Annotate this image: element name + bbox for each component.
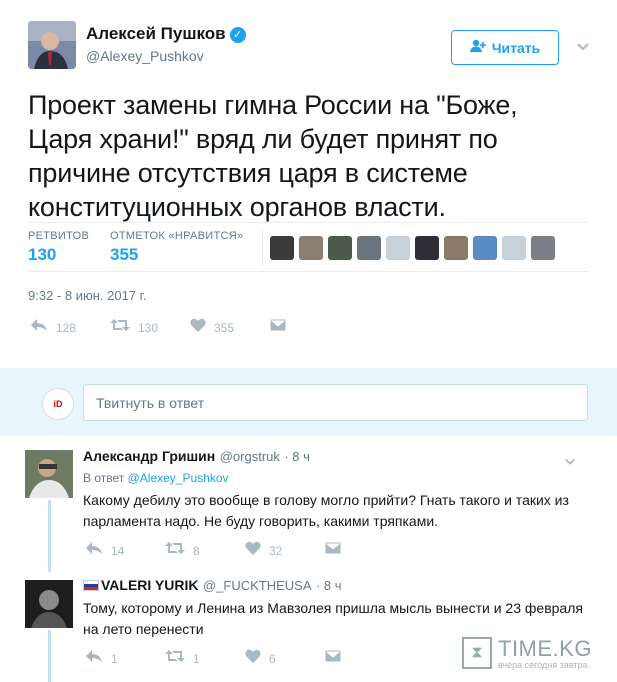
reply-author-name[interactable]: VALERI YURIK: [101, 577, 199, 593]
message-button[interactable]: [269, 318, 350, 337]
reply-avatar[interactable]: [25, 450, 73, 498]
add-user-icon: [469, 39, 486, 56]
watermark-title: TIME.KG: [498, 636, 592, 661]
chevron-down-icon[interactable]: [563, 454, 577, 473]
author-handle[interactable]: @Alexey_Pushkov: [86, 48, 204, 64]
reply-header: Александр Гришин @orgstruk · 8 ч: [83, 448, 593, 466]
in-reply-handle[interactable]: @Alexey_Pushkov: [128, 471, 229, 485]
liker-avatar[interactable]: [531, 236, 555, 260]
liker-avatar[interactable]: [299, 236, 323, 260]
heart-icon: [245, 649, 261, 668]
message-button[interactable]: [324, 541, 405, 560]
thread-line: [48, 630, 51, 682]
like-count: 6: [269, 651, 276, 666]
envelope-icon: [269, 318, 287, 337]
retweet-count: 130: [138, 320, 159, 335]
retweets-stat[interactable]: РЕТВИТОВ 130: [28, 230, 89, 265]
in-reply-prefix: В ответ: [83, 471, 125, 485]
reply-button[interactable]: 128: [30, 318, 110, 337]
reply-icon: [85, 541, 103, 560]
like-count: 355: [214, 320, 235, 335]
reply-count: 1: [111, 651, 118, 666]
retweet-button[interactable]: 130: [110, 318, 190, 337]
liker-avatar[interactable]: [502, 236, 526, 260]
retweet-icon: [165, 649, 185, 668]
likes-count: 355: [110, 245, 139, 264]
watermark: ⧗ TIME.KG вчера сегодня завтра: [462, 636, 592, 670]
tweet-actions: 128 130 355: [30, 318, 350, 337]
reply-icon: [85, 649, 103, 668]
reply-actions: 1 1 6: [85, 649, 405, 668]
heart-icon: [190, 318, 206, 337]
reply-count: 14: [111, 543, 125, 558]
avatar-logo-text: iD: [53, 399, 63, 409]
likes-stat[interactable]: ОТМЕТОК «НРАВИТСЯ» 355: [110, 230, 243, 265]
liker-avatar[interactable]: [444, 236, 468, 260]
verified-icon: ✓: [229, 27, 246, 43]
like-button[interactable]: 6: [245, 649, 325, 668]
liked-by-avatars: [270, 236, 555, 260]
retweet-count: 1: [193, 651, 200, 666]
author-name[interactable]: Алексей Пушков ✓: [86, 24, 246, 44]
hourglass-icon: ⧗: [462, 637, 492, 669]
envelope-icon: [324, 541, 342, 560]
reply-avatar[interactable]: [25, 580, 73, 628]
reply-input[interactable]: Твитнуть в ответ: [83, 384, 588, 421]
tweet-date[interactable]: 9:32 - 8 июн. 2017 г.: [28, 288, 146, 303]
stats-divider: [262, 230, 263, 266]
in-reply-to: В ответ @Alexey_Pushkov: [83, 471, 229, 485]
liker-avatar[interactable]: [328, 236, 352, 260]
chevron-down-icon[interactable]: [575, 38, 591, 54]
liker-avatar[interactable]: [270, 236, 294, 260]
russia-flag-icon: [83, 580, 99, 591]
follow-button[interactable]: Читать: [451, 30, 559, 65]
like-button[interactable]: 355: [190, 318, 270, 337]
reply-button[interactable]: 1: [85, 649, 165, 668]
liker-avatar[interactable]: [357, 236, 381, 260]
current-user-avatar: iD: [42, 388, 74, 420]
retweet-button[interactable]: 8: [165, 541, 245, 560]
reply-time[interactable]: · 8 ч: [316, 578, 342, 593]
reply-button[interactable]: 14: [85, 541, 165, 560]
reply-text: Какому дебилу это вообще в голову могло …: [83, 492, 569, 529]
thread-line: [48, 500, 51, 572]
divider: [0, 434, 617, 435]
like-count: 32: [269, 543, 283, 558]
retweets-label: РЕТВИТОВ: [28, 230, 90, 242]
author-avatar[interactable]: [28, 21, 76, 69]
reply-author-handle[interactable]: @orgstruk: [220, 449, 280, 464]
watermark-subtitle: вчера сегодня завтра: [498, 660, 588, 670]
reply-header: VALERI YURIK @_FUCKTHEUSA · 8 ч: [83, 577, 593, 595]
retweet-count: 8: [193, 543, 200, 558]
heart-icon: [245, 541, 261, 560]
reply-text: Тому, которому и Ленина из Мавзолея приш…: [83, 600, 583, 637]
reply-actions: 14 8 32: [85, 541, 405, 560]
reply-time[interactable]: · 8 ч: [284, 449, 310, 464]
reply-icon: [30, 318, 48, 337]
follow-label: Читать: [491, 39, 541, 56]
author-name-text[interactable]: Алексей Пушков: [86, 24, 226, 43]
reply-count: 128: [56, 320, 77, 335]
envelope-icon: [324, 649, 342, 668]
liker-avatar[interactable]: [473, 236, 497, 260]
retweets-count: 130: [28, 245, 57, 264]
retweet-icon: [110, 318, 130, 337]
reply-author-name[interactable]: Александр Гришин: [83, 448, 215, 464]
message-button[interactable]: [324, 649, 405, 668]
liker-avatar[interactable]: [415, 236, 439, 260]
likes-label: ОТМЕТОК «НРАВИТСЯ»: [110, 230, 244, 242]
retweet-button[interactable]: 1: [165, 649, 245, 668]
like-button[interactable]: 32: [245, 541, 325, 560]
tweet-text: Проект замены гимна России на "Боже, Цар…: [28, 90, 518, 222]
reply-author-handle[interactable]: @_FUCKTHEUSA: [203, 578, 312, 593]
retweet-icon: [165, 541, 185, 560]
liker-avatar[interactable]: [386, 236, 410, 260]
